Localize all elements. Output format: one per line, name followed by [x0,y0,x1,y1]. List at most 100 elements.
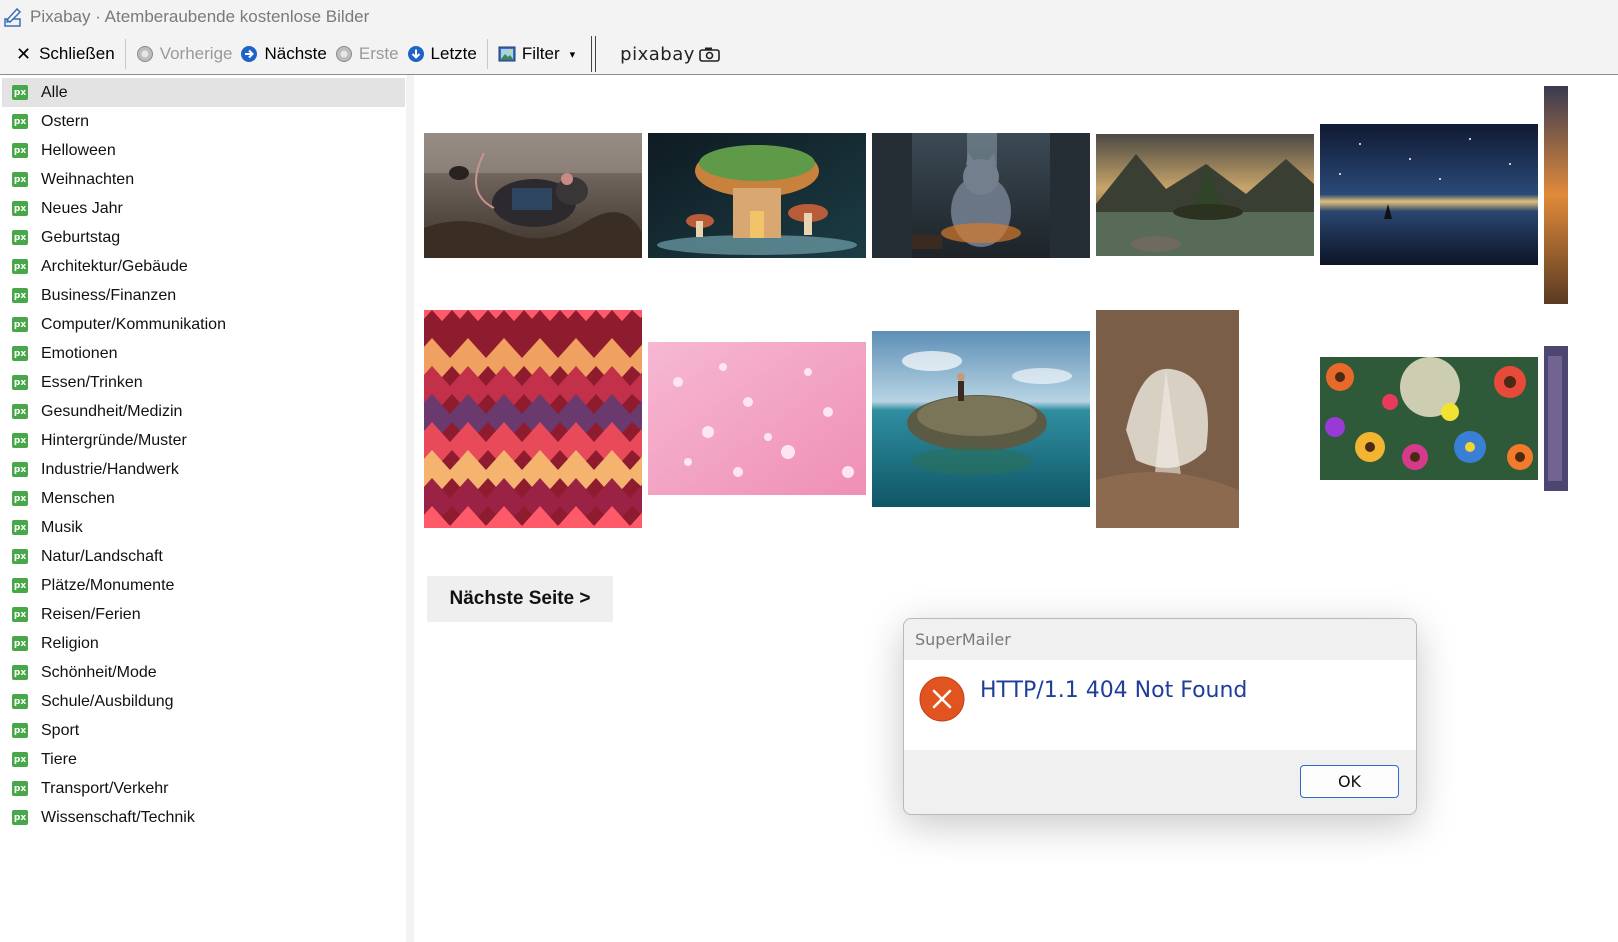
sidebar-item[interactable]: px Computer/Kommunikation [2,310,405,339]
pixabay-category-icon: px [12,752,28,767]
pixabay-category-icon: px [12,230,28,245]
dialog-message: HTTP/1.1 404 Not Found [980,678,1248,703]
sidebar-item[interactable]: px Ostern [2,107,405,136]
sidebar-item[interactable]: px Hintergründe/Muster [2,426,405,455]
arrow-down-icon [407,46,424,62]
sidebar-item-label: Religion [41,634,99,652]
sidebar-item[interactable]: px Schönheit/Mode [2,658,405,687]
pixabay-logo-text: pixabay [620,43,695,65]
sidebar-splitter[interactable] [406,75,414,942]
pixabay-category-icon: px [12,433,28,448]
sidebar-item-label: Architektur/Gebäude [41,257,188,275]
thumbnail-cat-city-image[interactable] [872,133,1090,258]
pixabay-category-icon: px [12,520,28,535]
pixabay-category-icon: px [12,317,28,332]
sidebar-item-label: Industrie/Handwerk [41,460,179,478]
sidebar-item[interactable]: px Alle [2,78,405,107]
pixabay-category-icon: px [12,781,28,796]
sidebar-item[interactable]: px Plätze/Monumente [2,571,405,600]
filter-label: Filter [521,44,560,63]
sidebar-item-label: Weihnachten [41,170,135,188]
sidebar-item[interactable]: px Schule/Ausbildung [2,687,405,716]
error-icon [919,676,965,722]
pixabay-category-icon: px [12,375,28,390]
toolbar: ✕ Schließen Vorherige Nächste Erste Letz… [0,34,1618,75]
sidebar-item[interactable]: px Business/Finanzen [2,281,405,310]
thumbnail-partial-image[interactable] [1544,86,1568,304]
sidebar-item[interactable]: px Gesundheit/Medizin [2,397,405,426]
sidebar-item[interactable]: px Sport [2,716,405,745]
thumbnail-chevron-pattern-image[interactable] [424,310,642,528]
previous-disabled-icon [136,46,153,62]
pixabay-category-icon: px [12,404,28,419]
pixabay-category-icon: px [12,694,28,709]
thumbnail-mountain-lake-image[interactable] [1096,134,1314,256]
image-filter-icon [498,46,516,62]
last-button[interactable]: Letzte [403,36,481,72]
pixabay-category-icon: px [12,172,28,187]
thumbnail-pink-flowers-image[interactable] [648,342,866,495]
sidebar-item[interactable]: px Emotionen [2,339,405,368]
sidebar-item[interactable]: px Tiere [2,745,405,774]
sidebar-item[interactable]: px Religion [2,629,405,658]
sidebar-item[interactable]: px Reisen/Ferien [2,600,405,629]
sidebar-item[interactable]: px Geburtstag [2,223,405,252]
pixabay-category-icon: px [12,578,28,593]
pixabay-category-icon: px [12,636,28,651]
pixabay-category-icon: px [12,259,28,274]
sidebar-item[interactable]: px Industrie/Handwerk [2,455,405,484]
sidebar-item[interactable]: px Neues Jahr [2,194,405,223]
pixabay-category-icon: px [12,549,28,564]
pixabay-category-icon: px [12,723,28,738]
pixabay-category-icon: px [12,85,28,100]
sidebar-item[interactable]: px Weihnachten [2,165,405,194]
sidebar-item[interactable]: px Transport/Verkehr [2,774,405,803]
sidebar-item[interactable]: px Wissenschaft/Technik [2,803,405,832]
thumbnail-cave-image[interactable] [1096,310,1239,528]
sidebar-item[interactable]: px Musik [2,513,405,542]
sidebar-item[interactable]: px Helloween [2,136,405,165]
first-label: Erste [358,44,399,63]
sidebar-item-label: Geburtstag [41,228,121,246]
sidebar-item-label: Hintergründe/Muster [41,431,187,449]
app-icon [4,7,22,27]
last-label: Letzte [430,44,477,63]
filter-dropdown-button[interactable]: Filter ▾ [494,36,579,72]
thumbnail-turtle-image[interactable] [872,331,1090,507]
close-icon: ✕ [16,43,32,64]
thumbnail-starry-sea-image[interactable] [1320,124,1538,265]
previous-label: Vorherige [159,44,233,63]
next-page-button[interactable]: Nächste Seite > [427,576,613,622]
pixabay-category-icon: px [12,346,28,361]
pixabay-category-icon: px [12,810,28,825]
title-bar: Pixabay · Atemberaubende kostenlose Bild… [0,0,1618,34]
sidebar-item-label: Helloween [41,141,116,159]
sidebar-item-label: Sport [41,721,80,739]
close-button[interactable]: ✕ Schließen [0,36,119,72]
toolbar-separator [486,39,488,69]
thumbnail-colorful-flowers-image[interactable] [1320,357,1538,480]
sidebar-item-label: Emotionen [41,344,118,362]
sidebar-item[interactable]: px Natur/Landschaft [2,542,405,571]
next-button[interactable]: Nächste [236,36,330,72]
close-label: Schließen [39,44,115,63]
sidebar-item-label: Transport/Verkehr [41,779,169,797]
sidebar-item-label: Computer/Kommunikation [41,315,226,333]
sidebar-item[interactable]: px Menschen [2,484,405,513]
previous-button[interactable]: Vorherige [132,36,237,72]
first-disabled-icon [335,46,352,62]
ok-button[interactable]: OK [1300,765,1399,798]
dialog-body: HTTP/1.1 404 Not Found [904,660,1416,750]
thumbnail-rat-image[interactable] [424,133,642,258]
thumbnail-partial-image[interactable] [1544,346,1568,491]
sidebar-item[interactable]: px Architektur/Gebäude [2,252,405,281]
sidebar-item-label: Tiere [41,750,77,768]
camera-icon [699,47,720,62]
thumbnail-mushroom-house-image[interactable] [648,133,866,258]
pixabay-category-icon: px [12,462,28,477]
sidebar-item-label: Menschen [41,489,115,507]
sidebar-item-label: Gesundheit/Medizin [41,402,183,420]
pixabay-category-icon: px [12,288,28,303]
sidebar-item[interactable]: px Essen/Trinken [2,368,405,397]
first-button[interactable]: Erste [331,36,403,72]
